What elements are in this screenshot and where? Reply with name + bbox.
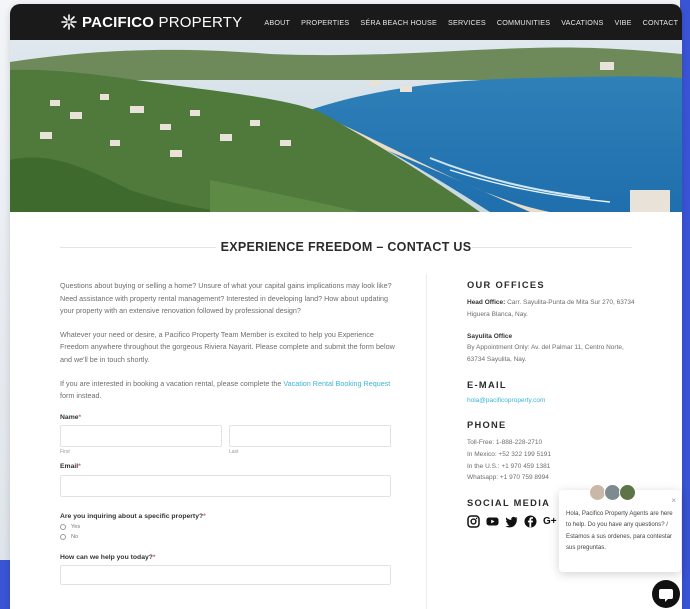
youtube-icon[interactable] xyxy=(486,515,499,528)
email-link[interactable]: hola@pacificoproperty.com xyxy=(467,397,637,404)
logo[interactable]: PACIFICO PROPERTY xyxy=(60,13,242,31)
phone-whatsapp[interactable]: Whatsapp: +1 970 759 8994 xyxy=(467,472,637,484)
avatar xyxy=(619,484,636,501)
nav-services[interactable]: SERVICES xyxy=(448,18,486,27)
email-label: Email* xyxy=(60,462,81,470)
email-input[interactable] xyxy=(60,474,391,497)
first-name-sublabel: First xyxy=(60,448,70,455)
section-title-row: EXPERIENCE FREEDOM – CONTACT US xyxy=(60,238,632,258)
intro-paragraph-3: If you are interested in booking a vacat… xyxy=(60,378,391,401)
nav-vacations[interactable]: VACATIONS xyxy=(561,18,603,27)
phone-mexico[interactable]: In Mexico: +52 322 199 5191 xyxy=(467,449,637,461)
hero-image-coastline xyxy=(10,40,682,212)
starburst-logo-icon xyxy=(60,13,78,31)
help-label: How can we help you today?* xyxy=(60,553,156,561)
facebook-icon[interactable] xyxy=(524,515,537,528)
phone-heading: PHONE xyxy=(467,419,507,430)
main-menu: ABOUT PROPERTIES SÉRA BEACH HOUSE SERVIC… xyxy=(264,18,682,27)
chat-popup[interactable]: × Hola, Pacifico Property Agents are her… xyxy=(559,484,681,572)
intro-paragraph-2: Whatever your need or desire, a Pacifico… xyxy=(60,329,395,364)
email-heading: E-MAIL xyxy=(467,379,507,390)
nav-about[interactable]: ABOUT xyxy=(264,18,290,27)
intro-paragraph-1: Questions about buying or selling a home… xyxy=(60,281,392,316)
top-navigation: PACIFICO PROPERTY ABOUT PROPERTIES SÉRA … xyxy=(10,4,682,40)
twitter-icon[interactable] xyxy=(505,515,518,528)
nav-properties[interactable]: PROPERTIES xyxy=(301,18,349,27)
chat-message: Hola, Pacifico Property Agents are here … xyxy=(566,510,673,551)
column-divider xyxy=(426,274,427,609)
close-icon[interactable]: × xyxy=(671,496,676,505)
agent-avatars xyxy=(589,484,636,501)
chat-launcher-button[interactable] xyxy=(652,580,680,608)
chat-bubble-icon xyxy=(659,589,673,602)
name-label: Name* xyxy=(60,413,82,421)
radio-option-no[interactable]: No xyxy=(60,533,395,540)
last-name-input[interactable] xyxy=(229,424,391,447)
nav-sera-beach-house[interactable]: SÉRA BEACH HOUSE xyxy=(360,18,437,27)
nav-contact[interactable]: CONTACT xyxy=(643,18,679,27)
phone-us[interactable]: In the U.S.: +1 970 459 1381 xyxy=(467,461,637,473)
google-plus-icon[interactable]: G+ xyxy=(543,515,559,528)
offices-heading: OUR OFFICES xyxy=(467,280,545,290)
help-message-input[interactable] xyxy=(60,564,391,585)
nav-communities[interactable]: COMMUNITIES xyxy=(497,18,550,27)
page-title: EXPERIENCE FREEDOM – CONTACT US xyxy=(220,240,472,254)
phone-toll-free[interactable]: Toll-Free: 1-888-228-2710 xyxy=(467,437,637,449)
radio-yes[interactable] xyxy=(60,523,66,530)
logo-text: PACIFICO PROPERTY xyxy=(82,13,243,31)
vacation-rental-booking-link[interactable]: Vacation Rental Booking Request xyxy=(283,379,390,388)
sayulita-office-text: Sayulita Office By Appointment Only: Av. … xyxy=(467,332,624,364)
head-office-text: Head Office: Carr. Sayulita-Punta de Mit… xyxy=(467,299,635,318)
first-name-input[interactable] xyxy=(60,424,222,447)
instagram-icon[interactable] xyxy=(467,515,480,528)
radio-option-yes[interactable]: Yes xyxy=(60,523,395,530)
radio-no[interactable] xyxy=(60,533,66,540)
nav-vibe[interactable]: VIBE xyxy=(614,18,631,27)
specific-property-label: Are you inquiring about a specific prope… xyxy=(60,512,206,520)
last-name-sublabel: Last xyxy=(229,448,239,455)
contact-form-column: Questions about buying or selling a home… xyxy=(60,280,395,585)
